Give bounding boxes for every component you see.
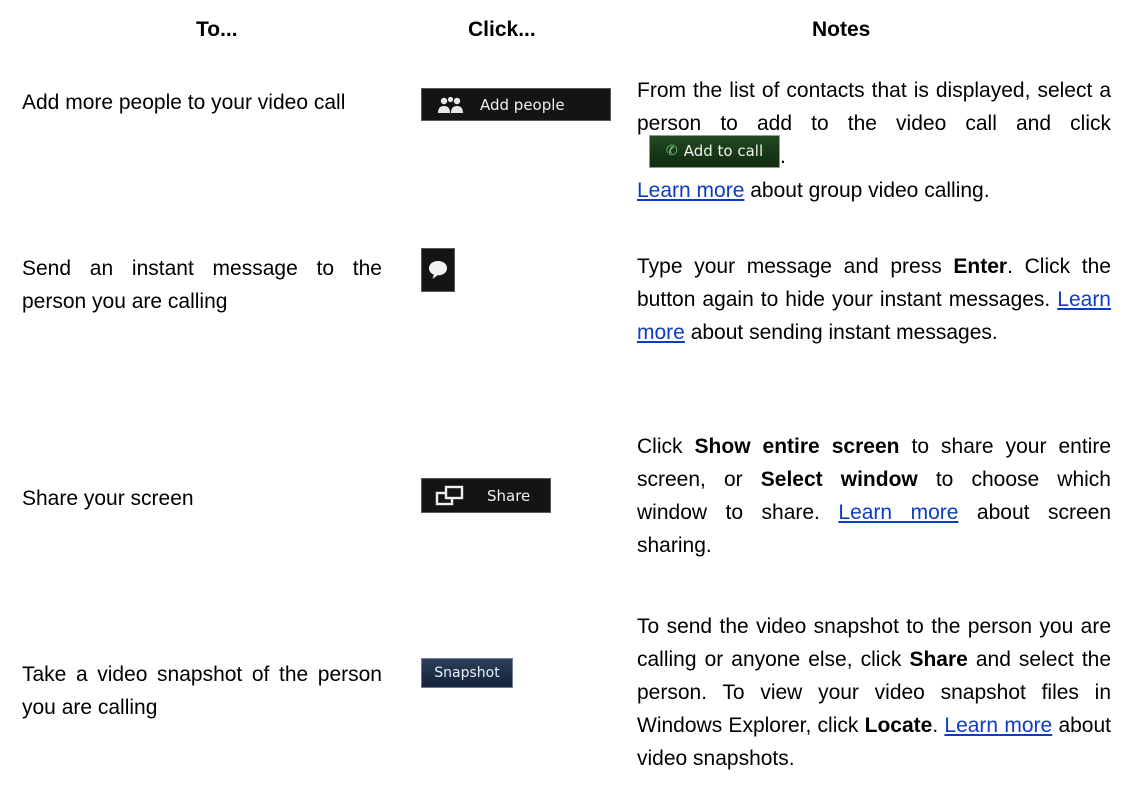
- notes-text: Click: [637, 435, 695, 458]
- share-screen-button[interactable]: Share: [421, 478, 551, 513]
- row-instant-message-action: Send an instant message to the person yo…: [22, 257, 382, 313]
- row-snapshot-action: Take a video snapshot of the person you …: [22, 663, 382, 719]
- instant-message-button[interactable]: [421, 248, 455, 292]
- notes-bold: Share: [909, 648, 968, 671]
- notes-text: about group video calling.: [744, 178, 990, 202]
- column-header-notes: Notes: [812, 18, 871, 41]
- share-screen-label: Share: [487, 486, 531, 505]
- notes-text: Type your message and press: [637, 255, 954, 278]
- notes-text: .: [932, 714, 945, 737]
- notes-bold: Locate: [864, 714, 933, 737]
- learn-more-link[interactable]: Learn more: [838, 501, 958, 524]
- add-people-icon: [438, 96, 463, 113]
- snapshot-label: Snapshot: [434, 665, 500, 681]
- notes-text: From the list of contacts that is displa…: [637, 79, 1111, 135]
- row-share-screen-action: Share your screen: [22, 487, 194, 510]
- notes-text: .: [780, 145, 786, 168]
- share-screen-icon: [435, 485, 464, 505]
- snapshot-button[interactable]: Snapshot: [421, 658, 513, 688]
- add-people-label: Add people: [480, 95, 565, 114]
- row-instant-message-notes: Type your message and press Enter. Click…: [637, 250, 1111, 349]
- phone-icon: ✆: [666, 142, 678, 159]
- add-people-button[interactable]: Add people: [421, 88, 611, 121]
- row-share-screen-notes: Click Show entire screen to share your e…: [637, 430, 1111, 562]
- notes-bold: Enter: [953, 255, 1008, 278]
- row-snapshot-notes: To send the video snapshot to the person…: [637, 610, 1111, 775]
- row-add-people-notes: From the list of contacts that is displa…: [637, 74, 1111, 207]
- notes-text: about sending instant messages.: [684, 321, 998, 344]
- learn-more-link[interactable]: Learn more: [944, 714, 1052, 737]
- notes-bold: Select window: [760, 468, 918, 491]
- add-to-call-label: Add to call: [683, 141, 764, 160]
- column-header-click: Click...: [468, 18, 536, 41]
- notes-bold: Show entire screen: [694, 435, 900, 458]
- learn-more-link[interactable]: Learn more: [637, 179, 744, 202]
- speech-bubble-icon: [429, 261, 447, 279]
- row-add-people-action: Add more people to your video call: [22, 91, 346, 114]
- column-header-to: To...: [196, 18, 238, 41]
- add-to-call-button[interactable]: ✆ Add to call: [649, 134, 780, 168]
